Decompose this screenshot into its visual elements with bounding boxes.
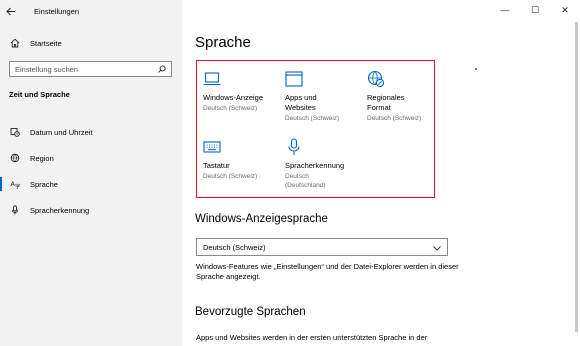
microphone-icon: [0, 205, 30, 215]
chevron-down-icon: [433, 238, 441, 256]
back-button[interactable]: [0, 0, 22, 22]
close-button[interactable]: ✕: [550, 0, 580, 20]
sidebar-item-region[interactable]: Region: [0, 145, 182, 171]
sidebar-item-spracherkennung[interactable]: Spracherkennung: [0, 197, 182, 223]
sidebar-item-datum-uhrzeit[interactable]: Datum und Uhrzeit: [0, 119, 182, 145]
sidebar-item-label: Spracherkennung: [30, 205, 90, 215]
language-icon: A字: [0, 179, 30, 189]
tile-title: Apps und Websites: [285, 93, 317, 112]
monitor-icon: [203, 69, 283, 89]
tile-title: Windows-Anzeige: [203, 93, 264, 102]
tile-spracherkennung[interactable]: Spracherkennung Deutsch (Deutschland): [285, 137, 365, 190]
tile-apps-websites[interactable]: Apps und Websites Deutsch (Schweiz): [285, 69, 365, 124]
app-title: Einstellungen: [34, 6, 80, 16]
sidebar-item-home[interactable]: Startseite: [0, 34, 182, 52]
display-language-heading: Windows-Anzeigesprache: [195, 213, 328, 225]
back-arrow-icon: [6, 7, 15, 15]
search-icon[interactable]: [158, 60, 166, 78]
search-input[interactable]: [15, 64, 145, 74]
display-language-value: Deutsch (Schweiz): [203, 242, 266, 252]
tile-subtitle: Deutsch (Schweiz): [203, 105, 258, 112]
tile-title: Regionales Format: [367, 93, 405, 112]
sidebar-item-sprache[interactable]: A字 Sprache: [0, 171, 182, 197]
sidebar-item-label: Datum und Uhrzeit: [30, 127, 93, 137]
tile-subtitle: Deutsch (Schweiz): [203, 173, 258, 180]
home-label: Startseite: [30, 38, 62, 48]
tile-title: Spracherkennung: [285, 161, 345, 170]
svg-text:字: 字: [15, 183, 20, 190]
microphone-icon: [285, 137, 365, 157]
minimize-button[interactable]: —: [490, 0, 520, 20]
titlebar: Einstellungen: [0, 0, 182, 22]
sidebar-item-label: Region: [30, 153, 54, 163]
tile-subtitle: Deutsch (Schweiz): [367, 115, 422, 122]
globe-format-icon: [367, 69, 431, 89]
tile-tastatur[interactable]: Tastatur Deutsch (Schweiz): [203, 137, 283, 182]
tile-title: Tastatur: [203, 161, 230, 170]
display-language-description: Windows-Features wie „Einstellungen“ und…: [196, 262, 459, 281]
language-tiles: Windows-Anzeige Deutsch (Schweiz) Apps u…: [196, 60, 435, 198]
preferred-languages-heading: Bevorzugte Sprachen: [195, 306, 306, 318]
home-icon: [0, 38, 30, 48]
tile-subtitle: Deutsch (Schweiz): [285, 115, 340, 122]
calendar-clock-icon: [0, 127, 30, 137]
tile-subtitle: Deutsch (Deutschland): [285, 173, 326, 189]
sidebar: Einstellungen Startseite Zeit und Sprach…: [0, 0, 182, 346]
keyboard-icon: [203, 137, 283, 157]
window-controls: — ☐ ✕: [490, 0, 580, 20]
scrollbar[interactable]: [575, 22, 578, 332]
sidebar-item-label: Sprache: [30, 179, 58, 189]
maximize-button[interactable]: ☐: [520, 0, 550, 20]
annotation-dot: [475, 68, 477, 70]
page-title: Sprache: [195, 34, 251, 51]
main-content: — ☐ ✕ Sprache Windows-Anzeige Deutsch (S…: [182, 0, 580, 346]
preferred-languages-description: Apps und Websites werden in der ersten u…: [196, 333, 428, 342]
tile-regionales-format[interactable]: Regionales Format Deutsch (Schweiz): [367, 69, 431, 124]
section-title: Zeit und Sprache: [9, 90, 70, 99]
tile-windows-anzeige[interactable]: Windows-Anzeige Deutsch (Schweiz): [203, 69, 283, 114]
window-icon: [285, 69, 365, 89]
sidebar-nav: Datum und Uhrzeit Region A字 Sprache Spra…: [0, 119, 182, 223]
search-box[interactable]: [9, 61, 172, 77]
display-language-select[interactable]: Deutsch (Schweiz): [196, 238, 448, 256]
globe-pin-icon: [0, 153, 30, 163]
